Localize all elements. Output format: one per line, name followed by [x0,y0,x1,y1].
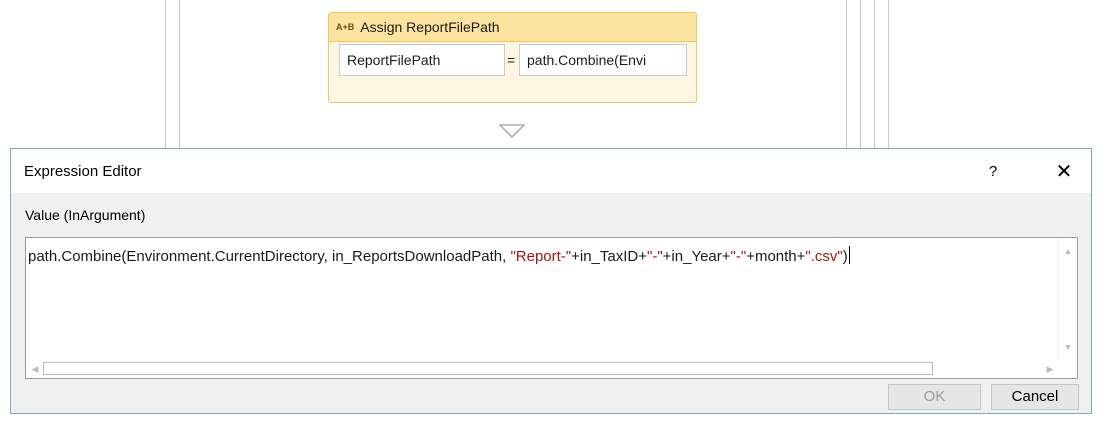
canvas-guide-line [888,0,889,148]
code-text: ) [842,248,848,265]
text-caret [848,246,850,264]
code-text: +month+ [746,248,806,265]
equals-sign: = [507,52,516,68]
code-string: "-" [730,248,747,265]
assign-activity-title: Assign ReportFilePath [360,19,500,35]
code-text: path.Combine(Environment.CurrentDirector… [28,248,511,265]
scroll-up-icon[interactable]: ▲ [1059,242,1077,260]
vertical-scrollbar[interactable]: ▲ ▼ [1058,238,1077,360]
flow-arrow-icon [498,124,526,138]
scroll-right-icon[interactable]: ▶ [1041,360,1059,378]
expression-editor-dialog: Expression Editor ? ✕ Value (InArgument)… [10,148,1092,414]
help-button[interactable]: ? [973,157,1013,187]
code-string: ".csv" [805,248,843,265]
canvas-guide-line [846,0,847,148]
canvas-guide-line [874,0,875,148]
cancel-button[interactable]: Cancel [991,384,1079,410]
assign-icon: A+B [336,22,355,32]
canvas-guide-line [860,0,861,148]
code-string: "Report-" [510,248,572,265]
expression-textarea[interactable]: path.Combine(Environment.CurrentDirector… [25,237,1078,379]
canvas-guide-line [165,0,166,148]
code-string: "-" [647,248,663,265]
code-text: +in_TaxID+ [571,248,648,265]
close-button[interactable]: ✕ [1042,157,1086,187]
expression-code: path.Combine(Environment.CurrentDirector… [28,246,850,265]
dialog-titlebar: Expression Editor ? ✕ [11,149,1091,193]
horizontal-scrollbar[interactable]: ◀ ▶ [26,360,1060,378]
horizontal-scroll-thumb[interactable] [43,362,933,375]
value-label: Value (InArgument) [25,207,146,223]
canvas-guide-line [179,0,180,148]
assign-activity-header: A+B Assign ReportFilePath [329,13,696,42]
code-text: +in_Year+ [662,248,731,265]
assign-value-field[interactable]: path.Combine(Envi [519,44,687,76]
scroll-down-icon[interactable]: ▼ [1059,338,1077,356]
dialog-title: Expression Editor [24,163,142,180]
scroll-left-icon[interactable]: ◀ [26,360,44,378]
assign-to-field[interactable]: ReportFilePath [339,44,505,76]
ok-button[interactable]: OK [888,384,981,410]
